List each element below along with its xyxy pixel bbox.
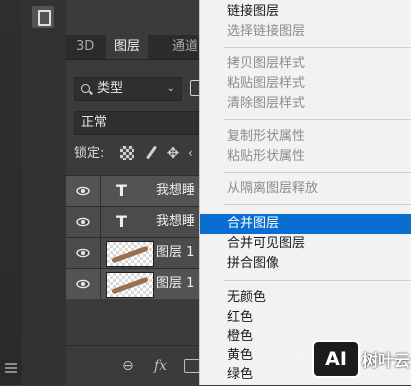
layer-name[interactable]: 图层 1 — [156, 269, 194, 299]
logo-text: 树叶云 — [362, 351, 411, 370]
tools-strip-bg — [0, 0, 22, 385]
link-layers-icon[interactable]: ⊖ — [122, 358, 134, 374]
menu-separator — [224, 119, 411, 120]
menu-item-merge-visible[interactable]: 合并可见图层 — [200, 234, 411, 254]
layer-filter-select[interactable]: 类型 ⌄ — [74, 77, 182, 101]
add-mask-icon[interactable] — [184, 359, 200, 373]
divider — [100, 207, 101, 237]
menu-item-release-isolation[interactable]: 从隔离图层释放 — [200, 179, 411, 199]
eye-icon[interactable] — [76, 184, 90, 198]
menu-item-paste-shape[interactable]: 粘贴形状属性 — [200, 147, 411, 167]
blend-mode-label: 正常 — [81, 115, 108, 130]
tab-layers[interactable]: 图层 — [106, 35, 149, 59]
divider — [100, 176, 101, 206]
tab-3d[interactable]: 3D — [68, 35, 102, 59]
eye-icon[interactable] — [76, 215, 90, 229]
menu-item-select-linked[interactable]: 选择链接图层 — [200, 22, 411, 42]
menu-separator — [224, 47, 411, 48]
lock-icons: ✥ ‹ — [120, 146, 210, 162]
layer-filter-label: 类型 — [97, 81, 124, 96]
layer-name[interactable]: 图层 1 — [156, 238, 194, 268]
search-icon — [81, 84, 90, 93]
text-layer-icon: T — [116, 181, 127, 200]
context-menu: 链接图层 选择链接图层 拷贝图层样式 粘贴图层样式 清除图层样式 复制形状属性 … — [199, 0, 411, 385]
strip-grip-icon[interactable] — [5, 361, 17, 377]
divider — [100, 238, 101, 268]
divider — [100, 269, 101, 299]
menu-item-copy-shape[interactable]: 复制形状属性 — [200, 127, 411, 147]
text-layer-icon: T — [116, 212, 127, 231]
menu-separator — [224, 172, 411, 173]
lock-row: 锁定: ✥ ‹ — [74, 145, 193, 163]
eye-icon[interactable] — [76, 277, 90, 291]
menu-item-clear-style[interactable]: 清除图层样式 — [200, 94, 411, 114]
menu-item-paste-style[interactable]: 粘贴图层样式 — [200, 74, 411, 94]
layer-name[interactable]: 我想睡 — [156, 176, 195, 206]
layer-thumbnail — [106, 241, 154, 267]
lock-more-icon[interactable]: ‹ — [188, 146, 194, 160]
lock-label: 锁定: — [74, 146, 105, 161]
menu-separator — [224, 280, 411, 281]
site-logo: AI 树叶云 — [312, 340, 411, 378]
lock-image-pixels-icon[interactable] — [144, 146, 158, 160]
eye-icon[interactable] — [76, 246, 90, 260]
menu-item-link-layers[interactable]: 链接图层 — [200, 2, 411, 22]
collapsed-panel-column — [22, 0, 67, 385]
layer-name[interactable]: 我想睡 — [156, 207, 195, 237]
panel-toggle-icon[interactable] — [32, 6, 54, 28]
fx-icon[interactable]: fx — [154, 358, 167, 374]
layer-thumbnail — [106, 272, 154, 298]
menu-item-merge-layers[interactable]: 合并图层 — [200, 214, 411, 234]
menu-separator — [224, 204, 411, 205]
chevron-down-icon: ⌄ — [166, 83, 175, 94]
tools-strip — [0, 0, 23, 385]
menu-item-copy-style[interactable]: 拷贝图层样式 — [200, 54, 411, 74]
menu-item-red[interactable]: 红色 — [200, 308, 411, 328]
menu-item-flatten-image[interactable]: 拼合图像 — [200, 254, 411, 274]
blend-mode-select[interactable]: 正常 — [74, 111, 202, 135]
lock-transparent-pixels-icon[interactable] — [120, 146, 134, 160]
menu-item-no-color[interactable]: 无颜色 — [200, 288, 411, 308]
lock-position-icon[interactable]: ✥ — [166, 146, 180, 161]
logo-mark: AI — [312, 340, 360, 378]
